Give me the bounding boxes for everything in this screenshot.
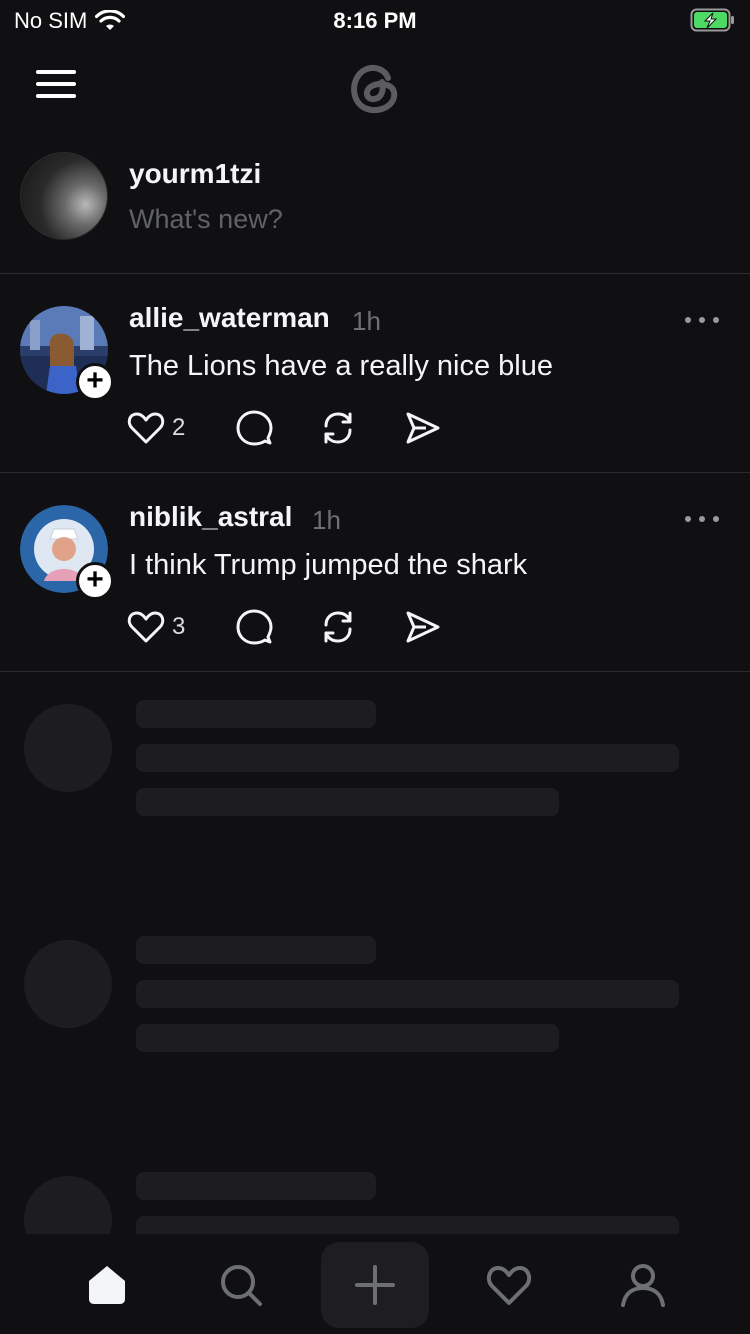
share-icon[interactable] <box>402 607 442 647</box>
like-count: 2 <box>172 414 186 441</box>
new-thread-composer[interactable]: yourm1tzi What's new? <box>0 150 750 273</box>
follow-button[interactable]: + <box>76 562 114 600</box>
feed-post[interactable]: + allie_waterman 1h The Lions have a rea… <box>0 274 750 472</box>
share-icon[interactable] <box>402 408 442 448</box>
loading-skeleton <box>0 910 750 1146</box>
like-icon[interactable] <box>126 408 166 448</box>
tab-activity[interactable] <box>455 1242 563 1328</box>
skeleton-line <box>136 980 679 1008</box>
composer-input[interactable]: What's new? <box>129 204 283 235</box>
skeleton-line <box>136 936 376 964</box>
divider <box>0 671 750 672</box>
skeleton-line <box>136 1172 376 1200</box>
skeleton-line <box>136 744 679 772</box>
post-time: 1h <box>352 306 381 336</box>
profile-icon <box>621 1264 665 1307</box>
follow-button[interactable]: + <box>76 363 114 401</box>
more-options-icon[interactable] <box>682 509 722 529</box>
post-author[interactable]: niblik_astral <box>129 501 292 533</box>
battery-icon <box>690 8 734 32</box>
post-text: The Lions have a really nice blue <box>129 350 553 382</box>
tab-home[interactable] <box>53 1242 161 1328</box>
compose-icon <box>355 1265 395 1305</box>
like-icon[interactable] <box>126 607 166 647</box>
user-avatar[interactable] <box>20 152 108 240</box>
skeleton-avatar <box>24 1176 112 1234</box>
tab-profile[interactable] <box>589 1242 697 1328</box>
post-text: I think Trump jumped the shark <box>129 549 528 581</box>
search-icon <box>221 1265 262 1306</box>
skeleton-line <box>136 1216 679 1234</box>
bottom-tab-bar <box>0 1234 750 1334</box>
post-author[interactable]: allie_waterman <box>129 302 330 334</box>
menu-icon[interactable] <box>36 70 76 100</box>
top-bar <box>0 40 750 130</box>
tab-search[interactable] <box>187 1242 295 1328</box>
tab-compose[interactable] <box>321 1242 429 1328</box>
status-bar: No SIM 8:16 PM <box>0 0 750 40</box>
like-count: 3 <box>172 613 186 640</box>
reply-icon[interactable] <box>234 607 274 647</box>
repost-icon[interactable] <box>318 607 358 647</box>
skeleton-line <box>136 700 376 728</box>
more-options-icon[interactable] <box>682 310 722 330</box>
post-time: 1h <box>312 505 341 535</box>
skeleton-avatar <box>24 940 112 1028</box>
home-icon <box>89 1266 125 1304</box>
repost-icon[interactable] <box>318 408 358 448</box>
skeleton-line <box>136 1024 559 1052</box>
feed-post[interactable]: + niblik_astral 1h I think Trump jumped … <box>0 473 750 671</box>
skeleton-line <box>136 788 559 816</box>
loading-skeleton <box>0 1146 750 1234</box>
threads-logo-icon[interactable] <box>340 52 410 122</box>
heart-icon <box>486 1266 532 1305</box>
skeleton-avatar <box>24 704 112 792</box>
reply-icon[interactable] <box>234 408 274 448</box>
loading-skeleton <box>0 674 750 910</box>
composer-username: yourm1tzi <box>129 158 262 189</box>
clock: 8:16 PM <box>333 8 417 33</box>
